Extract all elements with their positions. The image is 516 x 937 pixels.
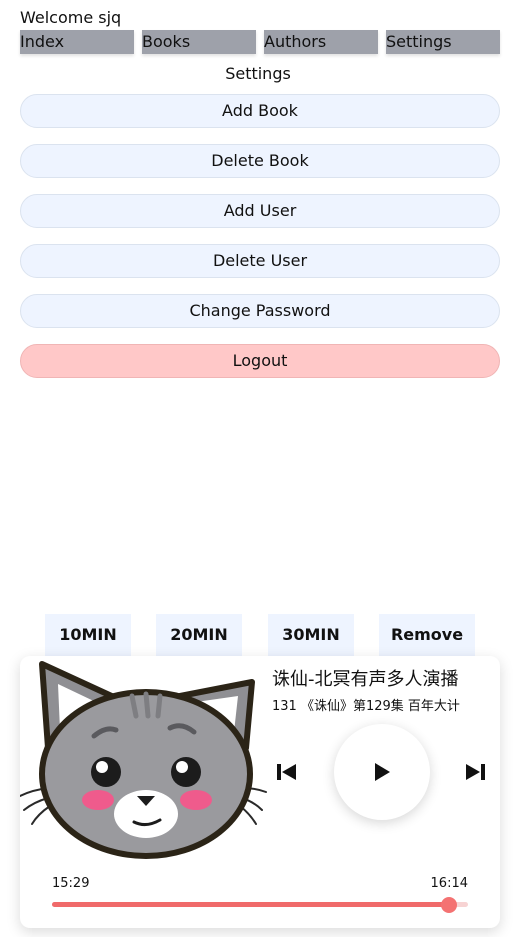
add-book-button[interactable]: Add Book — [20, 94, 500, 128]
logout-button[interactable]: Logout — [20, 344, 500, 378]
add-user-button[interactable]: Add User — [20, 194, 500, 228]
play-icon — [375, 763, 390, 781]
cat-face-icon — [19, 656, 270, 860]
sleep-timer-bar: 10MIN 20MIN 30MIN Remove — [0, 614, 516, 656]
progress-fill — [52, 902, 449, 907]
current-time: 15:29 — [52, 876, 90, 891]
delete-book-button[interactable]: Delete Book — [20, 144, 500, 178]
tab-books[interactable]: Books — [142, 30, 256, 54]
tab-authors[interactable]: Authors — [264, 30, 378, 54]
timer-20min-button[interactable]: 20MIN — [156, 614, 242, 656]
change-password-button[interactable]: Change Password — [20, 294, 500, 328]
delete-user-button[interactable]: Delete User — [20, 244, 500, 278]
tab-index[interactable]: Index — [20, 30, 134, 54]
timer-30min-button[interactable]: 30MIN — [268, 614, 354, 656]
main-nav: Index Books Authors Settings — [20, 30, 500, 54]
page-title: Settings — [225, 64, 291, 83]
total-time: 16:14 — [430, 876, 468, 891]
settings-actions: Add Book Delete Book Add User Delete Use… — [20, 94, 500, 394]
track-subtitle: 131 《诛仙》第129集 百年大计 — [272, 699, 460, 714]
tab-settings[interactable]: Settings — [386, 30, 500, 54]
welcome-text: Welcome sjq — [20, 8, 122, 27]
audio-player: 诛仙-北冥有声多人演播 131 《诛仙》第129集 百年大计 15:29 16:… — [19, 656, 500, 928]
next-track-icon[interactable] — [462, 760, 488, 784]
previous-track-icon[interactable] — [274, 760, 300, 784]
timer-10min-button[interactable]: 10MIN — [45, 614, 131, 656]
timer-remove-button[interactable]: Remove — [379, 614, 475, 656]
progress-thumb[interactable] — [440, 897, 457, 913]
progress-bar[interactable] — [52, 897, 468, 913]
track-title: 诛仙-北冥有声多人演播 — [272, 669, 459, 690]
play-button[interactable] — [334, 724, 430, 820]
